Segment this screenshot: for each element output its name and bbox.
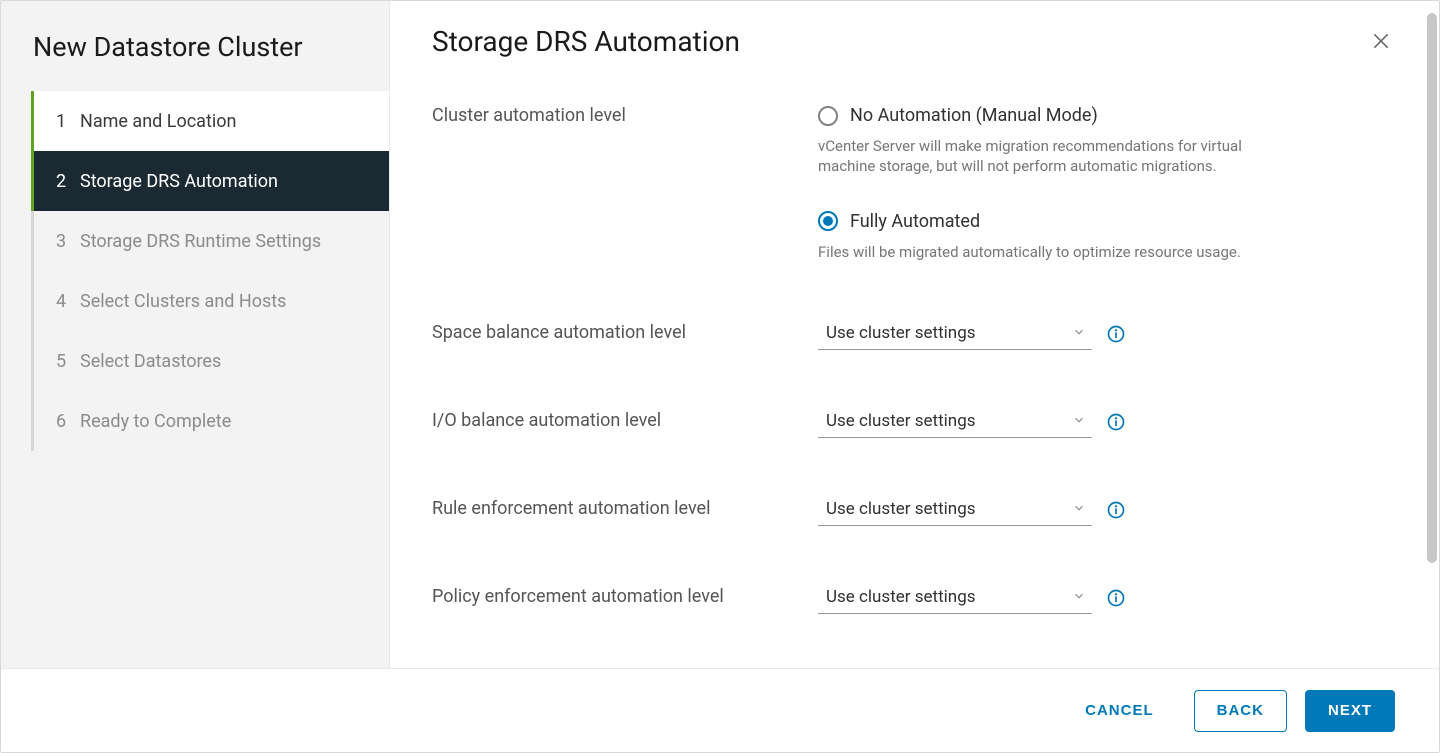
select-value: Use cluster settings <box>826 587 976 607</box>
row-rule-enforcement-automation-level: Rule enforcement automation level Use cl… <box>432 498 1397 526</box>
step-label: Name and Location <box>80 111 236 132</box>
label-space-balance: Space balance automation level <box>432 322 818 350</box>
radio-label: No Automation (Manual Mode) <box>850 105 1098 126</box>
close-button[interactable] <box>1365 25 1397 61</box>
step-number: 4 <box>56 291 80 312</box>
next-button[interactable]: NEXT <box>1305 690 1395 732</box>
step-select-datastores: 5 Select Datastores <box>34 331 389 391</box>
wizard-modal: New Datastore Cluster 1 Name and Locatio… <box>0 0 1440 753</box>
wizard-steps: 1 Name and Location 2 Storage DRS Automa… <box>31 91 389 451</box>
info-icon[interactable] <box>1106 412 1126 436</box>
modal-body: New Datastore Cluster 1 Name and Locatio… <box>1 1 1439 668</box>
row-io-balance-automation-level: I/O balance automation level Use cluster… <box>432 410 1397 438</box>
step-label: Select Datastores <box>80 351 221 372</box>
field-policy-enforcement: Use cluster settings <box>818 586 1338 614</box>
radio-option-no-automation: No Automation (Manual Mode) vCenter Serv… <box>818 105 1338 177</box>
chevron-down-icon <box>1072 412 1086 431</box>
wizard-footer: CANCEL BACK NEXT <box>1 668 1439 752</box>
step-label: Ready to Complete <box>80 411 231 432</box>
step-number: 1 <box>56 111 80 132</box>
radio-option-fully-automated: Fully Automated Files will be migrated a… <box>818 211 1338 262</box>
step-name-and-location[interactable]: 1 Name and Location <box>31 91 389 151</box>
field-rule-enforcement: Use cluster settings <box>818 498 1338 526</box>
label-cluster-automation-level: Cluster automation level <box>432 105 818 262</box>
cancel-button[interactable]: CANCEL <box>1063 690 1176 732</box>
select-rule-enforcement[interactable]: Use cluster settings <box>818 498 1092 526</box>
chevron-down-icon <box>1072 588 1086 607</box>
radio-description: Files will be migrated automatically to … <box>818 242 1258 262</box>
field-cluster-automation-level: No Automation (Manual Mode) vCenter Serv… <box>818 105 1338 262</box>
step-select-clusters-and-hosts: 4 Select Clusters and Hosts <box>34 271 389 331</box>
close-icon <box>1371 36 1391 55</box>
step-storage-drs-automation[interactable]: 2 Storage DRS Automation <box>31 151 389 211</box>
info-icon[interactable] <box>1106 324 1126 348</box>
row-policy-enforcement-automation-level: Policy enforcement automation level Use … <box>432 586 1397 614</box>
step-number: 2 <box>56 171 80 192</box>
radio-line[interactable]: Fully Automated <box>818 211 1338 232</box>
back-button[interactable]: BACK <box>1194 690 1287 732</box>
step-label: Storage DRS Runtime Settings <box>80 231 321 252</box>
info-icon[interactable] <box>1106 500 1126 524</box>
page-title: Storage DRS Automation <box>432 25 740 58</box>
scrollbar[interactable] <box>1427 13 1437 653</box>
select-space-balance[interactable]: Use cluster settings <box>818 322 1092 350</box>
step-label: Storage DRS Automation <box>80 171 278 192</box>
label-io-balance: I/O balance automation level <box>432 410 818 438</box>
select-value: Use cluster settings <box>826 411 976 431</box>
select-policy-enforcement[interactable]: Use cluster settings <box>818 586 1092 614</box>
radio-description: vCenter Server will make migration recom… <box>818 136 1258 177</box>
select-value: Use cluster settings <box>826 499 976 519</box>
chevron-down-icon <box>1072 500 1086 519</box>
step-number: 3 <box>56 231 80 252</box>
content-header: Storage DRS Automation <box>432 25 1397 61</box>
radio-input-no-automation[interactable] <box>818 106 838 126</box>
step-number: 5 <box>56 351 80 372</box>
field-io-balance: Use cluster settings <box>818 410 1338 438</box>
chevron-down-icon <box>1072 324 1086 343</box>
scrollbar-thumb[interactable] <box>1427 13 1437 563</box>
row-space-balance-automation-level: Space balance automation level Use clust… <box>432 322 1397 350</box>
radio-input-fully-automated[interactable] <box>818 211 838 231</box>
step-number: 6 <box>56 411 80 432</box>
step-storage-drs-runtime-settings: 3 Storage DRS Runtime Settings <box>34 211 389 271</box>
row-cluster-automation-level: Cluster automation level No Automation (… <box>432 105 1397 262</box>
wizard-content: Storage DRS Automation Cluster automatio… <box>390 1 1439 668</box>
select-value: Use cluster settings <box>826 323 976 343</box>
step-label: Select Clusters and Hosts <box>80 291 286 312</box>
field-space-balance: Use cluster settings <box>818 322 1338 350</box>
wizard-title: New Datastore Cluster <box>1 25 389 91</box>
radio-line[interactable]: No Automation (Manual Mode) <box>818 105 1338 126</box>
label-policy-enforcement: Policy enforcement automation level <box>432 586 818 614</box>
step-ready-to-complete: 6 Ready to Complete <box>34 391 389 451</box>
radio-label: Fully Automated <box>850 211 980 232</box>
info-icon[interactable] <box>1106 588 1126 612</box>
wizard-sidebar: New Datastore Cluster 1 Name and Locatio… <box>1 1 390 668</box>
select-io-balance[interactable]: Use cluster settings <box>818 410 1092 438</box>
label-rule-enforcement: Rule enforcement automation level <box>432 498 818 526</box>
